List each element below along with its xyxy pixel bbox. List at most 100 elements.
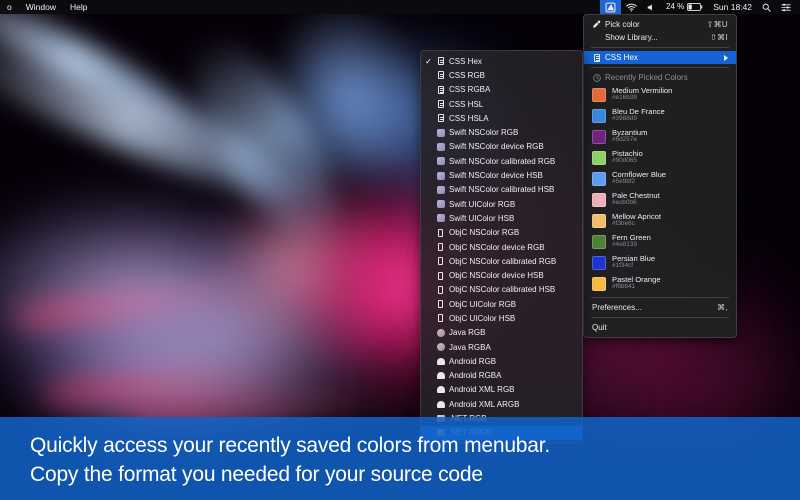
format-menu-item[interactable]: Swift NSColor calibrated HSB [421, 183, 582, 197]
format-menu-item[interactable]: CSS RGB [421, 68, 582, 82]
color-text: Medium Vermilion#e16b38 [612, 87, 672, 102]
promo-banner-line2: Copy the format you needed for your sour… [30, 460, 800, 489]
menu-item-show-library[interactable]: Show Library... ⇧⌘I [584, 31, 736, 44]
recent-color-item[interactable]: Fern Green#4e8139 [584, 231, 736, 252]
menu-item-preferences[interactable]: Preferences... ⌘, [584, 301, 736, 314]
format-menu-item[interactable]: ObjC NSColor device HSB [421, 268, 582, 282]
swift-icon [436, 142, 445, 151]
color-text: Cornflower Blue#5e9bf2 [612, 171, 666, 186]
menubar-clock[interactable]: Sun 18:42 [708, 0, 757, 14]
color-swatch [592, 109, 606, 123]
format-menu-item[interactable]: ✓CSS Hex [421, 54, 582, 68]
volume-icon[interactable] [642, 0, 661, 14]
android-icon [436, 385, 445, 394]
recent-color-item[interactable]: Persian Blue#1f34cf [584, 252, 736, 273]
color-hex: #f3be6c [612, 221, 661, 228]
menubar-window[interactable]: Window [19, 0, 63, 14]
format-menu-item-label: ObjC NSColor RGB [449, 228, 519, 237]
format-menu-item[interactable]: Java RGBA [421, 340, 582, 354]
swift-icon [436, 171, 445, 180]
promo-banner: Quickly access your recently saved color… [0, 417, 800, 500]
format-menu-item[interactable]: Java RGB [421, 326, 582, 340]
menu-separator [591, 47, 729, 48]
color-hex: #1f34cf [612, 263, 655, 270]
battery-glyph [687, 3, 703, 11]
menu-item-quit[interactable]: Quit [584, 321, 736, 334]
format-menu-item[interactable]: CSS HSLA [421, 111, 582, 125]
format-menu-item-label: ObjC UIColor RGB [449, 300, 516, 309]
menu-item-current-format[interactable]: CSS Hex [584, 51, 736, 64]
recently-picked-colors-header: Recently Picked Colors [584, 71, 736, 84]
menu-separator [591, 297, 729, 298]
format-menu-item[interactable]: ObjC NSColor calibrated RGB [421, 254, 582, 268]
recent-color-item[interactable]: Bleu De France#3988d9 [584, 105, 736, 126]
search-icon[interactable] [757, 0, 776, 14]
menubar[interactable]: o Window Help 24 % [0, 0, 800, 14]
control-center-glyph [781, 3, 791, 12]
recent-color-item[interactable]: Byzantium#6d257e [584, 126, 736, 147]
color-hex: #e16b38 [612, 95, 672, 102]
menubar-right-group: 24 % Sun 18:42 [600, 0, 800, 14]
clock-icon [592, 73, 601, 82]
color-swatch [592, 235, 606, 249]
recent-color-item[interactable]: Pistachio#90d065 [584, 147, 736, 168]
format-menu-item-label: Swift UIColor HSB [449, 214, 514, 223]
format-menu-item[interactable]: ObjC NSColor device RGB [421, 240, 582, 254]
format-menu-item-label: ObjC NSColor device RGB [449, 243, 545, 252]
format-menu-item[interactable]: ObjC UIColor RGB [421, 297, 582, 311]
format-menu-item[interactable]: Swift UIColor RGB [421, 197, 582, 211]
format-menu-item[interactable]: Android RGBA [421, 369, 582, 383]
format-menu-item-label: ObjC NSColor calibrated HSB [449, 285, 555, 294]
format-menu-item[interactable]: ObjC NSColor calibrated HSB [421, 283, 582, 297]
format-menu-item[interactable]: ObjC UIColor HSB [421, 311, 582, 325]
format-menu-item[interactable]: Swift NSColor RGB [421, 125, 582, 139]
format-menu-item[interactable]: Android XML ARGB [421, 397, 582, 411]
android-icon [436, 357, 445, 366]
clipboard-icon [592, 53, 601, 62]
menubar-help[interactable]: Help [63, 0, 94, 14]
format-menu-item[interactable]: Swift NSColor calibrated RGB [421, 154, 582, 168]
menu-separator [591, 67, 729, 68]
menubar-app-truncated[interactable]: o [0, 0, 19, 14]
recent-color-item[interactable]: Pale Chestnut#ecb0b6 [584, 189, 736, 210]
format-menu-item[interactable]: Swift UIColor HSB [421, 211, 582, 225]
format-menu-item-label: Android XML ARGB [449, 400, 519, 409]
recent-color-item[interactable]: Mellow Apricot#f3be6c [584, 210, 736, 231]
format-menu-item[interactable]: CSS HSL [421, 97, 582, 111]
menu-item-pick-color[interactable]: Pick color ⇧⌘U [584, 18, 736, 31]
color-hex: #5e9bf2 [612, 179, 666, 186]
android-icon [436, 400, 445, 409]
color-text: Bleu De France#3988d9 [612, 108, 665, 123]
wifi-icon[interactable] [621, 0, 642, 14]
format-submenu[interactable]: ✓CSS HexCSS RGBCSS RGBACSS HSLCSS HSLASw… [420, 50, 583, 444]
colorsnapper-menu[interactable]: Pick color ⇧⌘U Show Library... ⇧⌘I CSS H… [583, 14, 737, 338]
objc-icon [436, 257, 445, 266]
menu-separator [591, 317, 729, 318]
recent-color-item[interactable]: Pastel Orange#f6bb41 [584, 273, 736, 294]
swift-icon [436, 214, 445, 223]
control-center-icon[interactable] [776, 0, 796, 14]
color-swatch [592, 172, 606, 186]
recent-color-item[interactable]: Cornflower Blue#5e9bf2 [584, 168, 736, 189]
objc-icon [436, 243, 445, 252]
format-menu-item-label: Java RGBA [449, 343, 491, 352]
format-menu-item[interactable]: Swift NSColor device RGB [421, 140, 582, 154]
checkmark-icon: ✓ [425, 57, 432, 66]
objc-icon [436, 300, 445, 309]
colorsnapper-app-icon[interactable] [600, 0, 621, 14]
format-menu-item-label: Swift UIColor RGB [449, 200, 515, 209]
format-menu-item[interactable]: Swift NSColor device HSB [421, 168, 582, 182]
format-menu-item-label: ObjC NSColor calibrated RGB [449, 257, 556, 266]
swift-icon [436, 185, 445, 194]
recent-color-item[interactable]: Medium Vermilion#e16b38 [584, 84, 736, 105]
format-menu-item[interactable]: ObjC NSColor RGB [421, 226, 582, 240]
menu-item-pick-color-shortcut: ⇧⌘U [707, 20, 728, 29]
battery-percent-label: 24 % [666, 0, 684, 14]
format-menu-item[interactable]: CSS RGBA [421, 83, 582, 97]
battery-indicator[interactable]: 24 % [661, 0, 708, 14]
menu-item-preferences-shortcut: ⌘, [717, 303, 728, 312]
format-menu-item[interactable]: Android RGB [421, 354, 582, 368]
color-text: Pale Chestnut#ecb0b6 [612, 192, 660, 207]
swift-icon [436, 128, 445, 137]
format-menu-item[interactable]: Android XML RGB [421, 383, 582, 397]
